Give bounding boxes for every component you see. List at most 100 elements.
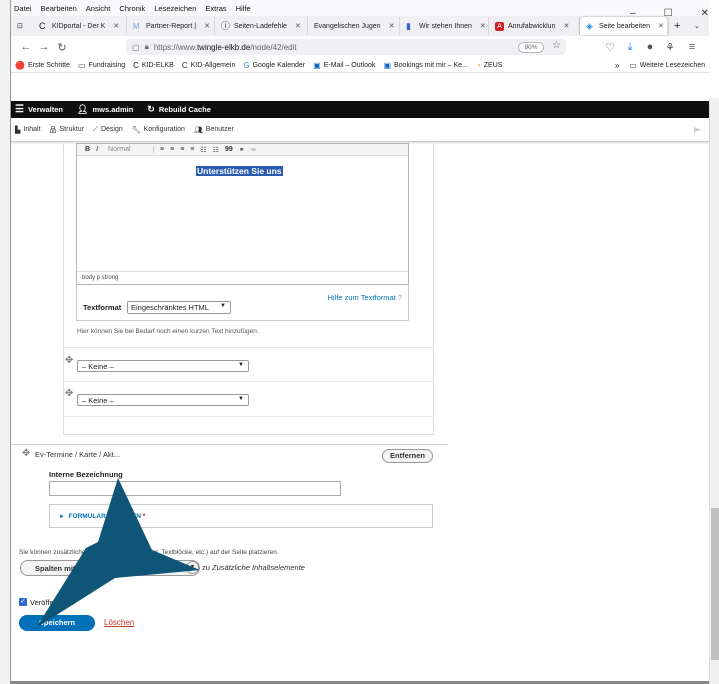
align-left-icon[interactable]: ≡ [160,146,164,153]
tray-users[interactable]: 👥︎ Benutzer [194,126,234,134]
blockquote-icon[interactable]: 99 [225,146,233,153]
tray-configuration[interactable]: 🔧︎ Konfiguration [132,126,185,134]
tab-overflow-icon[interactable]: ⌄ [688,17,706,35]
folder-icon: ▭ [629,60,637,70]
menu-item-lesezeichen[interactable]: Lesezeichen [154,4,196,13]
text-format-select[interactable]: Eingeschränktes HTML ▼ [127,301,231,314]
back-icon[interactable]: ← [17,41,35,53]
close-tab-icon[interactable]: ✕ [658,22,664,30]
tray-design[interactable]: ⟋ Design [93,126,123,134]
tab-anrufabwicklung[interactable]: A Anrufabwicklun ✕ [489,17,580,35]
unlink-icon[interactable]: ⚮ [251,146,257,154]
tab-kidportal[interactable]: C KIDportal - Der K ✕ [33,17,127,35]
remove-button[interactable]: Entfernen [382,449,433,463]
bookmark-item[interactable]: ◔ ZEUS [476,61,503,70]
close-tab-icon[interactable]: ✕ [295,22,301,30]
close-tab-icon[interactable]: ✕ [563,22,569,30]
forward-icon[interactable]: → [35,41,53,53]
app-menu-icon[interactable]: ≡ [683,41,701,53]
tray-content[interactable]: ▙ Inhalt [15,126,41,134]
tab-favicon: A [495,21,504,31]
style-select[interactable]: Normal [108,146,155,153]
extensions-icon[interactable]: ⚘ [661,41,679,54]
tab-wir-stehen[interactable]: ▮ Wir stehen Ihnen ✕ [400,17,489,35]
tab-label: Wir stehen Ihnen [419,22,472,30]
button-label: Spalten mit Text [35,564,93,573]
bookmark-star-icon[interactable]: ☆ [552,40,561,51]
menu-item-bearbeiten[interactable]: Bearbeiten [41,4,77,13]
close-tab-icon[interactable]: ✕ [113,22,119,30]
zoom-indicator[interactable]: 90% [518,42,544,53]
tray-orientation-icon[interactable]: |⇤ [693,126,701,134]
bullet-list-icon[interactable]: ☷ [200,146,206,154]
bookmark-item[interactable]: ▣ E-Mail – Outlook [313,61,375,70]
align-center-icon[interactable]: ≡ [170,146,174,153]
selected-heading-text[interactable]: Unterstützen Sie uns [196,166,283,176]
option-select-1[interactable]: – Keine – ▼ [77,360,249,372]
tab-seite-bearbeiten[interactable]: ◈ Seite bearbeiten ✕ [580,17,668,35]
required-marker: * [142,513,146,520]
add-columns-button[interactable]: Spalten mit Text [20,560,200,576]
drupal-admin-tray: ▙ Inhalt 品 Struktur ⟋ Design 🔧︎ Konfiguratio… [11,118,709,142]
align-right-icon[interactable]: ≡ [180,146,184,153]
bold-icon[interactable]: B [85,146,90,153]
internal-name-input[interactable] [49,481,341,496]
outlook-icon: ▣ [313,60,321,70]
menu-item-chronik[interactable]: Chronik [119,4,145,13]
add-options-dropdown-icon[interactable]: ▾ [186,561,199,574]
menu-item-hilfe[interactable]: Hilfe [236,4,251,13]
form-details-toggle[interactable]: ► FORMULAR ANZEIGEN * [49,504,433,528]
bookmark-item[interactable]: C KID-Allgemein [182,61,236,70]
new-tab-icon[interactable]: + [668,17,688,35]
bookmark-label: Google Kalender [252,61,306,69]
bookmark-item[interactable]: C KID-ELKB [133,61,174,70]
option-select-2[interactable]: – Keine – ▼ [77,394,249,406]
sitemap-icon: 品 [49,126,57,134]
tab-list-icon[interactable]: ⊡ [11,17,33,35]
drag-handle-icon[interactable]: ✥ [65,388,73,399]
bookmark-item[interactable]: G Google Kalender [243,61,305,70]
tray-structure[interactable]: 品 Struktur [50,125,85,135]
scrollbar-thumb[interactable] [711,508,719,660]
reload-icon[interactable]: ↻ [53,41,71,54]
numbered-list-icon[interactable]: ☷ [213,146,219,154]
tab-favicon: M [133,21,140,31]
toolbar-manage[interactable]: ☰ Verwalten [15,104,63,115]
wysiwyg-editor[interactable]: B I Normal ≡ ≡ ≡ ≡ ☷ ☷ 99 ⚭ ⚮ Unterstütz… [76,143,409,285]
url-bar[interactable]: ▢ 🔒︎ https://www. twingle-elkb.de/node/42… [126,39,566,55]
link-icon[interactable]: ⚭ [239,146,245,154]
page-scrollbar[interactable] [709,98,719,684]
save-button[interactable]: Speichern [19,615,95,631]
bookmark-item[interactable]: 🔴 Erste Schritte [15,61,70,70]
published-checkbox[interactable]: ✓ [19,598,27,606]
more-bookmarks[interactable]: » ▭ Weitere Lesezeichen [615,61,705,70]
italic-icon[interactable]: I [96,146,98,153]
tab-evangelische-jugend[interactable]: Evangelischen Jugen ✕ [308,17,400,35]
text-format-value: Eingeschränktes HTML [131,303,209,312]
downloads-icon[interactable]: ⤓ [621,41,639,54]
account-icon[interactable]: ● [641,41,659,53]
close-tab-icon[interactable]: ✕ [389,22,395,30]
bookmark-item[interactable]: ▣ Bookings mit mir – Ke... [383,61,467,70]
close-tab-icon[interactable]: ✕ [204,22,210,30]
delete-link[interactable]: Löschen [104,618,134,627]
justify-icon[interactable]: ≡ [190,146,194,153]
tray-label: Struktur [59,126,85,133]
details-summary[interactable]: ► FORMULAR ANZEIGEN * [59,513,145,520]
divider [63,416,434,417]
drag-handle-icon[interactable]: ✥ [65,355,73,366]
menu-item-extras[interactable]: Extras [205,4,226,13]
drag-handle-icon[interactable]: ✥ [22,448,30,459]
tab-partner-report[interactable]: M Partner-Report | ✕ [127,17,215,35]
toolbar-rebuild-cache[interactable]: ↻ Rebuild Cache [147,104,211,115]
tab-seiten-ladefehler[interactable]: ⓘ Seiten-Ladefehle ✕ [215,17,308,35]
tab-favicon: ⓘ [221,20,231,31]
close-tab-icon[interactable]: ✕ [480,22,486,30]
toolbar-user[interactable]: 👤︎ mws.admin [77,104,133,115]
text-format-help-link[interactable]: Hilfe zum Textformat ? [328,293,402,302]
pocket-icon[interactable]: ♡ [601,41,619,54]
bookmark-item[interactable]: ▭ Fundraising [78,61,125,70]
refresh-icon: ↻ [147,104,155,114]
menu-item-ansicht[interactable]: Ansicht [86,4,111,13]
menu-item-datei[interactable]: Datei [14,4,32,13]
